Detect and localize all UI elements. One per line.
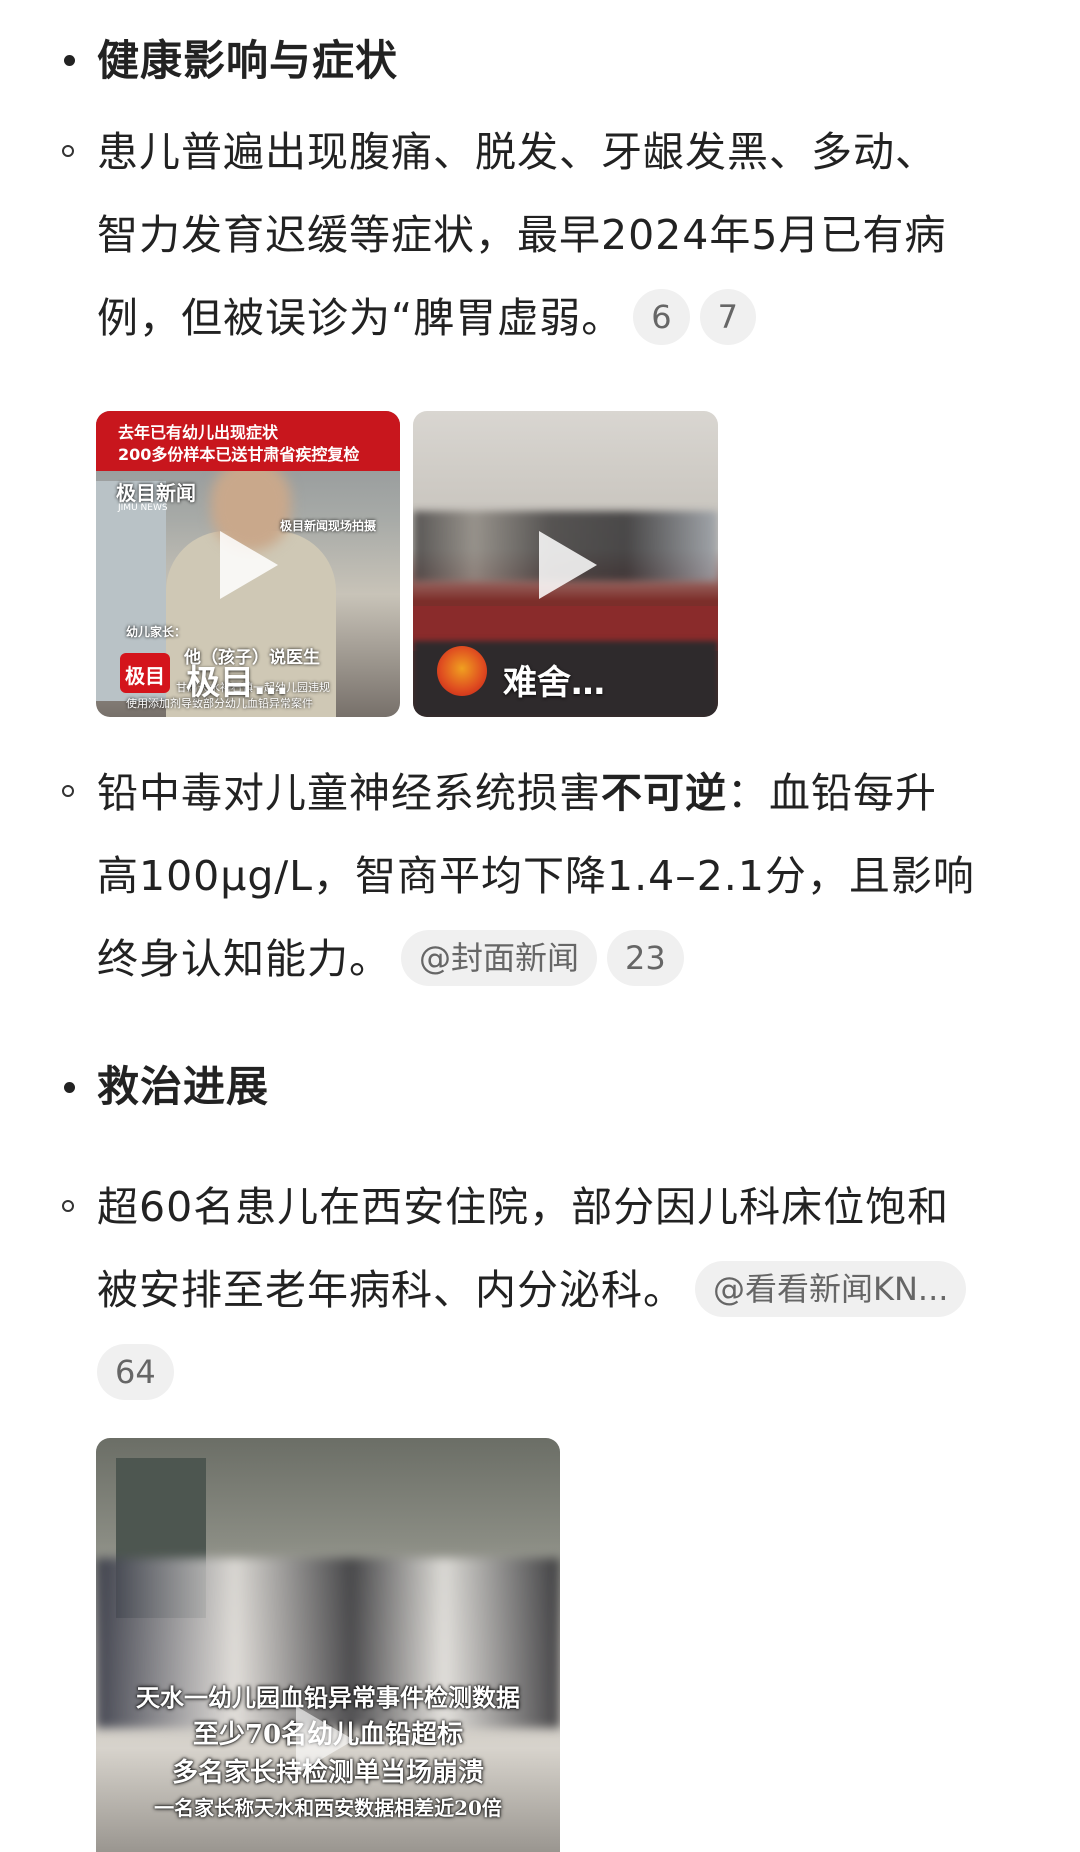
citation-chip-6[interactable]: 6 — [633, 289, 690, 345]
lead-line-2: 高100μg/L，智商平均下降1.4–2.1分，且影响 — [97, 852, 975, 900]
symptoms-line-3-text: 例，但被误诊为“脾胃虚弱。 — [97, 294, 624, 342]
video-thumbnail-3[interactable]: 天水一幼儿园血铅异常事件检测数据 至少70名幼儿血铅超标 多名家长持检测单当场崩… — [96, 1438, 560, 1852]
video-banner-line-2: 200多份样本已送甘肃省疾控复检 — [118, 445, 360, 464]
treatment-line-1: 超60名患儿在西安住院，部分因儿科床位饱和 — [97, 1183, 950, 1231]
lead-line-1-bold: 不可逆 — [601, 769, 727, 817]
video-speaker-label: 幼儿家长： — [126, 625, 187, 639]
lead-line-1-pre: 铅中毒对儿童神经系统损害 — [97, 769, 601, 817]
treatment-line-2-text: 被安排至老年病科、内分泌科。 — [97, 1266, 685, 1314]
treatment-line-3: 64 — [97, 1332, 1057, 1415]
video-source-name-2: 难舍… — [503, 663, 605, 703]
section-bullet — [64, 1082, 75, 1093]
play-icon — [296, 1706, 354, 1774]
item-bullet — [62, 1200, 74, 1212]
symptoms-paragraph: 患儿普遍出现腹痛、脱发、牙龈发黑、多动、 智力发育迟缓等症状，最早2024年5月… — [97, 111, 1037, 360]
video-overlay-line-4: 一名家长称天水和西安数据相差近20倍 — [154, 1796, 502, 1820]
video-thumbnail-2[interactable]: 难舍… — [413, 411, 718, 717]
video-source-name-1: 极目… — [186, 663, 288, 703]
video-watermark: 极目新闻 — [116, 481, 196, 505]
video-thumbnail-1[interactable]: 去年已有幼儿出现症状 200多份样本已送甘肃省疾控复检 极目新闻 JIMU NE… — [96, 411, 400, 717]
symptoms-line-3: 例，但被误诊为“脾胃虚弱。 6 7 — [97, 277, 1037, 360]
video-banner: 去年已有幼儿出现症状 200多份样本已送甘肃省疾控复检 — [96, 411, 400, 471]
play-icon — [539, 531, 597, 599]
source-avatar-icon — [437, 646, 487, 696]
lead-line-1-post: ：血铅每升 — [727, 769, 937, 817]
symptoms-line-2: 智力发育迟缓等症状，最早2024年5月已有病 — [97, 211, 947, 259]
source-logo-jimu-text: 极目 — [125, 664, 165, 688]
lead-line-3: 终身认知能力。 @封面新闻 23 — [97, 918, 1057, 1001]
lead-line-3-text: 终身认知能力。 — [97, 935, 391, 983]
video-scene-note: 极目新闻现场拍摄 — [280, 519, 377, 533]
symptoms-line-1: 患儿普遍出现腹痛、脱发、牙龈发黑、多动、 — [97, 128, 937, 176]
video-watermark-sub: JIMU NEWS — [118, 503, 168, 513]
play-icon — [220, 531, 278, 599]
lead-poisoning-paragraph: 铅中毒对儿童神经系统损害不可逆：血铅每升 高100μg/L，智商平均下降1.4–… — [97, 752, 1057, 1001]
section-heading-treatment: 救治进展 — [97, 1062, 270, 1111]
section-bullet — [64, 55, 75, 66]
lead-line-1: 铅中毒对儿童神经系统损害不可逆：血铅每升 — [97, 752, 1057, 835]
citation-chip-23[interactable]: 23 — [607, 930, 684, 986]
video-banner-line-1: 去年已有幼儿出现症状 — [118, 423, 279, 442]
source-logo-jimu: 极目 — [120, 653, 170, 693]
source-chip-kankan[interactable]: @看看新闻KN... — [695, 1261, 967, 1317]
treatment-paragraph: 超60名患儿在西安住院，部分因儿科床位饱和 被安排至老年病科、内分泌科。 @看看新… — [97, 1166, 1057, 1415]
item-bullet — [62, 785, 74, 797]
treatment-line-2: 被安排至老年病科、内分泌科。 @看看新闻KN... — [97, 1249, 1057, 1332]
citation-chip-64[interactable]: 64 — [97, 1344, 174, 1400]
source-chip-fengmian[interactable]: @封面新闻 — [401, 930, 598, 986]
citation-chip-7[interactable]: 7 — [699, 289, 756, 345]
item-bullet — [62, 145, 74, 157]
section-heading-health: 健康影响与症状 — [97, 36, 399, 85]
